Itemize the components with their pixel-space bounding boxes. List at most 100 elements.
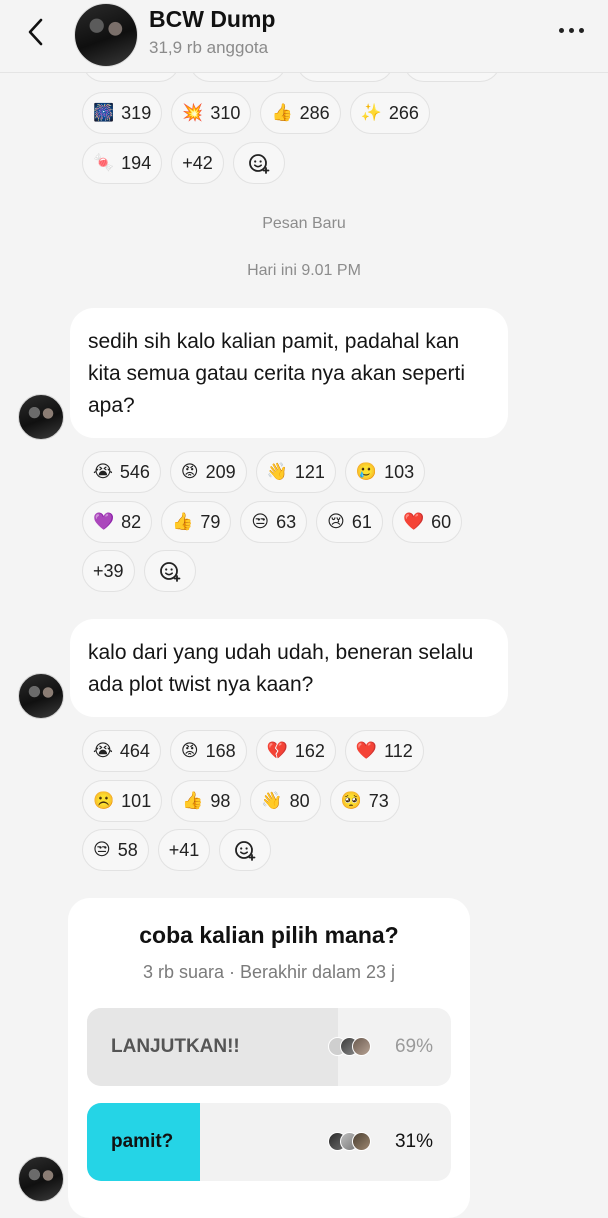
reaction-pill[interactable]: 😭 464 — [82, 730, 161, 772]
sender-avatar[interactable] — [18, 394, 64, 440]
reaction-pill[interactable]: ❤️ 60 — [391, 501, 463, 543]
reaction-count: 546 — [119, 461, 150, 482]
collision-emoji: 💥 — [182, 102, 204, 123]
more-options-button[interactable] — [559, 28, 584, 33]
reaction-pill[interactable]: 😡 209 — [169, 451, 247, 493]
reaction-pill[interactable]: 🎆 319 — [82, 92, 163, 134]
voter-avatars — [328, 1132, 371, 1151]
reaction-row: 😭 546 😡 209 👋 121 🥲 103 — [82, 451, 426, 493]
candy-emoji: 🍬 — [93, 152, 115, 173]
add-reaction-button[interactable] — [219, 829, 272, 871]
reaction-pill[interactable]: 🥺 73 — [329, 780, 400, 822]
reaction-count: 319 — [121, 102, 152, 123]
thumbs-up-emoji: 👍 — [172, 511, 194, 532]
add-reaction-icon — [235, 841, 256, 861]
reaction-count: 82 — [121, 511, 142, 532]
reaction-count: 209 — [205, 461, 236, 482]
poll-option-label: LANJUTKAN!! — [111, 1036, 240, 1057]
red-heart-emoji: ❤️ — [355, 740, 378, 761]
poll-option[interactable]: pamit? 31% — [87, 1103, 451, 1181]
reaction-row: +39 — [82, 550, 196, 592]
reaction-count: 58 — [117, 839, 138, 860]
pleading-emoji: 🥺 — [340, 790, 362, 811]
frowning-emoji: ☹️ — [93, 790, 115, 811]
thumbs-up-emoji: 👍 — [271, 102, 293, 123]
add-reaction-icon — [248, 154, 270, 174]
group-avatar[interactable] — [74, 3, 138, 67]
reaction-pill[interactable]: 😢 61 — [316, 501, 383, 543]
sender-avatar[interactable] — [18, 673, 64, 719]
back-button[interactable] — [20, 16, 52, 48]
unamused-emoji: 😒 — [251, 511, 270, 532]
reaction-pill[interactable]: ❤️ 112 — [344, 730, 424, 772]
reaction-pill[interactable]: 👋 121 — [255, 451, 336, 493]
sender-avatar[interactable] — [18, 1156, 64, 1202]
reaction-pill[interactable]: 😭 546 — [82, 451, 161, 493]
member-count: 31,9 rb anggota — [149, 38, 269, 57]
reaction-pill[interactable]: 💥 310 — [171, 92, 252, 134]
add-reaction-button[interactable] — [143, 550, 196, 592]
voter-avatars — [328, 1037, 371, 1056]
reaction-count: 103 — [384, 461, 415, 482]
reaction-count: 310 — [210, 102, 241, 123]
reaction-pill[interactable]: 👍 286 — [260, 92, 341, 134]
reaction-pill[interactable]: ✨ 266 — [349, 92, 430, 134]
more-horizontal-icon — [559, 28, 564, 33]
reaction-count: 73 — [368, 790, 389, 811]
poll-option-label: pamit? — [111, 1131, 174, 1152]
sparkles-emoji: ✨ — [360, 102, 382, 123]
reaction-pill[interactable]: 😒 58 — [82, 829, 149, 871]
angry-emoji: 😡 — [180, 461, 199, 482]
reaction-pill[interactable]: 🥲 103 — [344, 451, 426, 493]
more-reactions-pill[interactable]: +39 — [82, 550, 135, 592]
message-bubble[interactable]: sedih sih kalo kalian pamit, padahal kan… — [70, 308, 508, 438]
reaction-count: 80 — [289, 790, 310, 811]
reaction-pill[interactable]: 👍 79 — [161, 501, 232, 543]
more-reactions-count: +39 — [93, 560, 124, 581]
reaction-pill[interactable]: 🍬 194 — [82, 142, 163, 184]
reaction-count: 121 — [294, 461, 325, 482]
add-reaction-icon — [159, 562, 180, 582]
thumbs-up-emoji: 👍 — [182, 790, 204, 811]
reaction-count: 101 — [121, 790, 152, 811]
poll-option[interactable]: LANJUTKAN!! 69% — [87, 1008, 451, 1086]
reaction-row: 💜 82 👍 79 😒 63 😢 61 ❤️ 60 — [82, 501, 463, 543]
reaction-pill[interactable]: 😒 63 — [240, 501, 308, 543]
reaction-pill[interactable]: 👍 98 — [171, 780, 242, 822]
reaction-count: 266 — [388, 102, 419, 123]
angry-emoji: 😡 — [180, 740, 199, 761]
chat-header: BCW Dump 31,9 rb anggota — [0, 0, 608, 73]
red-heart-emoji: ❤️ — [402, 511, 425, 532]
reaction-pill[interactable]: 👋 80 — [250, 780, 321, 822]
poll-meta: 3 rb suara · Berakhir dalam 23 j — [142, 962, 396, 982]
reaction-count: 286 — [299, 102, 330, 123]
group-title[interactable]: BCW Dump — [149, 6, 275, 33]
reaction-pill[interactable]: 💜 82 — [82, 501, 153, 543]
purple-heart-emoji: 💜 — [93, 511, 115, 532]
reaction-count: 168 — [205, 740, 236, 761]
reaction-count: 61 — [351, 511, 372, 532]
reaction-count: 162 — [294, 740, 325, 761]
reaction-row: 🍬 194 +42 — [82, 142, 285, 184]
message-bubble[interactable]: kalo dari yang udah udah, beneran selalu… — [70, 619, 508, 717]
more-reactions-count: +42 — [182, 152, 213, 173]
reaction-count: 194 — [121, 152, 152, 173]
voter-avatar — [352, 1037, 371, 1056]
chevron-left-icon — [28, 18, 43, 46]
add-reaction-button[interactable] — [232, 142, 285, 184]
reaction-count: 60 — [431, 511, 452, 532]
more-reactions-pill[interactable]: +42 — [171, 142, 224, 184]
reaction-pill[interactable]: 💔 162 — [255, 730, 336, 772]
reaction-count: 63 — [276, 511, 297, 532]
more-reactions-pill[interactable]: +41 — [157, 829, 211, 871]
smiling-tear-emoji: 🥲 — [355, 461, 378, 482]
voter-avatar — [352, 1132, 371, 1151]
poll-option-percent: 69% — [394, 1036, 433, 1057]
reaction-pill[interactable]: 😡 168 — [169, 730, 247, 772]
reaction-count: 79 — [200, 511, 221, 532]
reaction-row: 😒 58 +41 — [82, 829, 272, 871]
poll-question: coba kalian pilih mana? — [139, 922, 399, 948]
fireworks-emoji: 🎆 — [93, 102, 115, 123]
waving-hand-emoji: 👋 — [261, 790, 283, 811]
reaction-pill[interactable]: ☹️ 101 — [82, 780, 163, 822]
